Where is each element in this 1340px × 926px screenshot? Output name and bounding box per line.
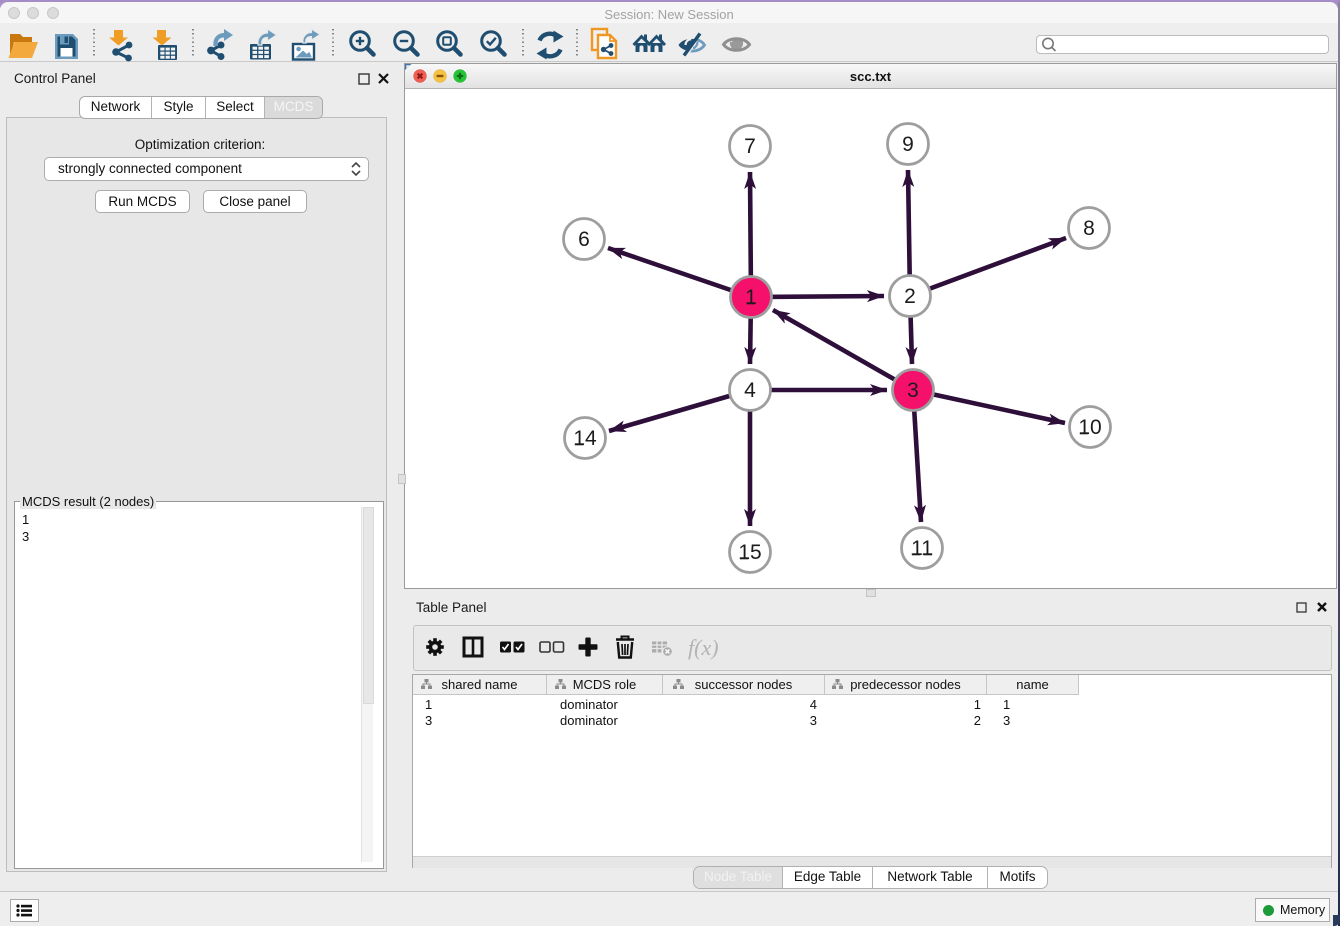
svg-text:1: 1 xyxy=(745,286,757,309)
svg-text:2: 2 xyxy=(904,285,916,308)
svg-text:10: 10 xyxy=(1078,416,1101,439)
svg-text:3: 3 xyxy=(907,379,919,402)
svg-text:4: 4 xyxy=(744,379,756,402)
svg-text:6: 6 xyxy=(578,228,590,251)
svg-text:8: 8 xyxy=(1083,217,1095,240)
svg-text:11: 11 xyxy=(911,537,933,560)
svg-text:15: 15 xyxy=(738,541,761,564)
svg-text:f(x): f(x) xyxy=(688,635,719,660)
svg-text:7: 7 xyxy=(744,135,756,158)
svg-text:9: 9 xyxy=(902,133,914,156)
svg-text:14: 14 xyxy=(573,427,597,450)
